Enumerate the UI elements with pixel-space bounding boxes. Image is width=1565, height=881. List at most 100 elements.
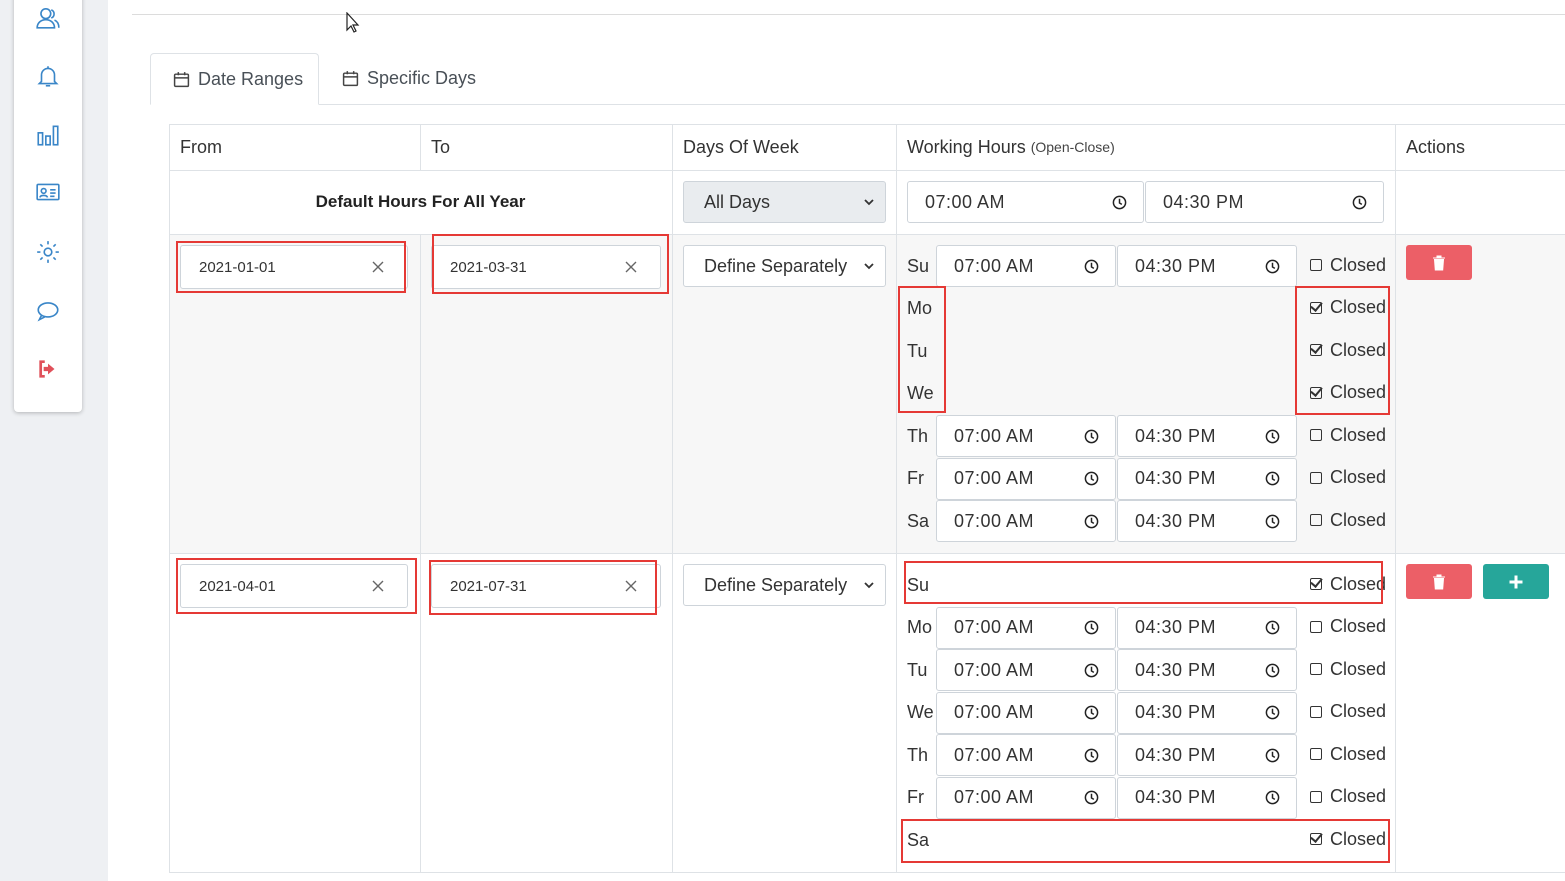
clock-icon[interactable] bbox=[1084, 790, 1099, 805]
days-select[interactable]: All Days bbox=[683, 181, 886, 223]
closed-label: Closed bbox=[1330, 743, 1387, 764]
open-time-input[interactable]: 07:00 AM bbox=[936, 500, 1116, 542]
id-card-icon[interactable] bbox=[34, 178, 62, 206]
clear-icon[interactable] bbox=[371, 260, 385, 274]
clear-icon[interactable] bbox=[371, 579, 385, 593]
clock-icon[interactable] bbox=[1084, 620, 1099, 635]
open-time-input[interactable]: 07:00 AM bbox=[936, 649, 1116, 691]
checkbox-icon[interactable] bbox=[1310, 705, 1322, 718]
clock-icon[interactable] bbox=[1265, 790, 1280, 805]
open-time-input[interactable]: 07:00 AM bbox=[936, 691, 1116, 734]
clear-icon[interactable] bbox=[624, 260, 638, 274]
checkbox-icon[interactable] bbox=[1310, 344, 1322, 356]
tab-date-ranges[interactable]: Date Ranges bbox=[150, 53, 319, 105]
divider bbox=[169, 553, 1565, 554]
close-time-input[interactable]: 04:30 PM bbox=[1117, 457, 1297, 500]
select-value: Define Separately bbox=[704, 255, 848, 276]
open-time-input[interactable]: 07:00 AM bbox=[936, 457, 1116, 500]
checkbox-icon[interactable] bbox=[1310, 748, 1322, 760]
closed-checkbox[interactable]: Closed bbox=[1310, 287, 1386, 329]
gear-icon[interactable] bbox=[34, 238, 62, 266]
close-time-input[interactable]: 04:30 PM bbox=[1117, 734, 1297, 776]
from-date-input[interactable]: 2021-01-01 bbox=[180, 245, 408, 289]
clock-icon[interactable] bbox=[1084, 429, 1099, 444]
closed-checkbox[interactable]: Closed bbox=[1310, 818, 1386, 860]
closed-checkbox[interactable]: Closed bbox=[1310, 329, 1386, 371]
clock-icon[interactable] bbox=[1084, 259, 1099, 274]
checkbox-icon[interactable] bbox=[1310, 663, 1322, 675]
clear-icon[interactable] bbox=[624, 579, 638, 593]
clock-icon[interactable] bbox=[1084, 471, 1099, 486]
open-time-input[interactable]: 07:00 AM bbox=[936, 776, 1116, 819]
close-time-input[interactable]: 04:30 PM bbox=[1117, 649, 1297, 691]
clock-icon[interactable] bbox=[1265, 620, 1280, 635]
clock-icon[interactable] bbox=[1084, 748, 1099, 763]
open-time-input[interactable]: 07:00 AM bbox=[936, 245, 1116, 287]
time-value: 07:00 AM bbox=[925, 191, 1006, 212]
tab-specific-days[interactable]: Specific Days bbox=[342, 53, 476, 104]
clock-icon[interactable] bbox=[1265, 429, 1280, 444]
open-time-input[interactable]: 07:00 AM bbox=[936, 606, 1116, 649]
checkbox-icon[interactable] bbox=[1310, 259, 1322, 271]
open-time-input[interactable]: 07:00 AM bbox=[936, 415, 1116, 457]
close-time-input[interactable]: 04:30 PM bbox=[1117, 776, 1297, 819]
clock-icon[interactable] bbox=[1265, 514, 1280, 529]
closed-checkbox[interactable]: Closed bbox=[1310, 648, 1386, 690]
checkbox-icon[interactable] bbox=[1310, 471, 1322, 484]
clock-icon[interactable] bbox=[1084, 514, 1099, 529]
clock-icon[interactable] bbox=[1084, 705, 1099, 720]
checkbox-icon[interactable] bbox=[1310, 514, 1322, 526]
closed-checkbox[interactable]: Closed bbox=[1310, 499, 1386, 541]
checkbox-icon[interactable] bbox=[1310, 620, 1322, 633]
checkbox-icon[interactable] bbox=[1310, 386, 1322, 399]
delete-range-button[interactable] bbox=[1406, 245, 1472, 280]
checkbox-icon[interactable] bbox=[1310, 429, 1322, 441]
chat-icon[interactable] bbox=[34, 297, 62, 325]
close-time-input[interactable]: 04:30 PM bbox=[1117, 691, 1297, 734]
clock-icon[interactable] bbox=[1265, 705, 1280, 720]
clock-icon[interactable] bbox=[1265, 259, 1280, 274]
sign-out-icon[interactable] bbox=[34, 355, 62, 383]
closed-label: Closed bbox=[1330, 786, 1387, 806]
bar-chart-icon[interactable] bbox=[34, 121, 62, 149]
closed-checkbox[interactable]: Closed bbox=[1310, 457, 1386, 499]
delete-range-button[interactable] bbox=[1406, 564, 1472, 599]
close-time-input[interactable]: 04:30 PM bbox=[1117, 500, 1297, 542]
to-date-input[interactable]: 2021-07-31 bbox=[431, 564, 661, 608]
days-select[interactable]: Define Separately bbox=[683, 245, 886, 287]
checkbox-icon[interactable] bbox=[1310, 301, 1322, 314]
closed-checkbox[interactable]: Closed bbox=[1310, 244, 1386, 286]
clock-icon[interactable] bbox=[1265, 748, 1280, 763]
days-select[interactable]: Define Separately bbox=[683, 564, 886, 606]
closed-checkbox[interactable]: Closed bbox=[1310, 563, 1386, 605]
users-icon[interactable] bbox=[34, 4, 62, 32]
bell-icon[interactable] bbox=[34, 62, 62, 90]
close-time-input[interactable]: 04:30 PM bbox=[1117, 415, 1297, 457]
closed-checkbox[interactable]: Closed bbox=[1310, 414, 1386, 456]
closed-checkbox[interactable]: Closed bbox=[1310, 733, 1386, 775]
clock-icon[interactable] bbox=[1112, 195, 1127, 210]
closed-checkbox[interactable]: Closed bbox=[1310, 372, 1386, 414]
open-time-input[interactable]: 07:00 AM bbox=[936, 734, 1116, 776]
to-date-input[interactable]: 2021-03-31 bbox=[431, 245, 661, 289]
close-time-input[interactable]: 04:30 PM bbox=[1145, 181, 1384, 223]
close-time-input[interactable]: 04:30 PM bbox=[1117, 606, 1297, 649]
header-working-hours: Working Hours (Open-Close) bbox=[907, 124, 1115, 170]
closed-checkbox[interactable]: Closed bbox=[1310, 776, 1386, 818]
checkbox-icon[interactable] bbox=[1310, 790, 1322, 803]
checkbox-icon[interactable] bbox=[1310, 833, 1322, 845]
closed-checkbox[interactable]: Closed bbox=[1310, 691, 1386, 733]
open-time-input[interactable]: 07:00 AM bbox=[907, 181, 1144, 223]
closed-label: Closed bbox=[1330, 254, 1387, 275]
clock-icon[interactable] bbox=[1084, 663, 1099, 678]
add-range-button[interactable] bbox=[1483, 564, 1549, 599]
close-time-input[interactable]: 04:30 PM bbox=[1117, 245, 1297, 287]
divider bbox=[896, 124, 897, 873]
closed-checkbox[interactable]: Closed bbox=[1310, 606, 1386, 648]
clock-icon[interactable] bbox=[1265, 471, 1280, 486]
checkbox-icon[interactable] bbox=[1310, 578, 1322, 590]
from-date-input[interactable]: 2021-04-01 bbox=[180, 564, 408, 608]
clock-icon[interactable] bbox=[1352, 195, 1367, 210]
clock-icon[interactable] bbox=[1265, 663, 1280, 678]
divider bbox=[169, 170, 1565, 171]
